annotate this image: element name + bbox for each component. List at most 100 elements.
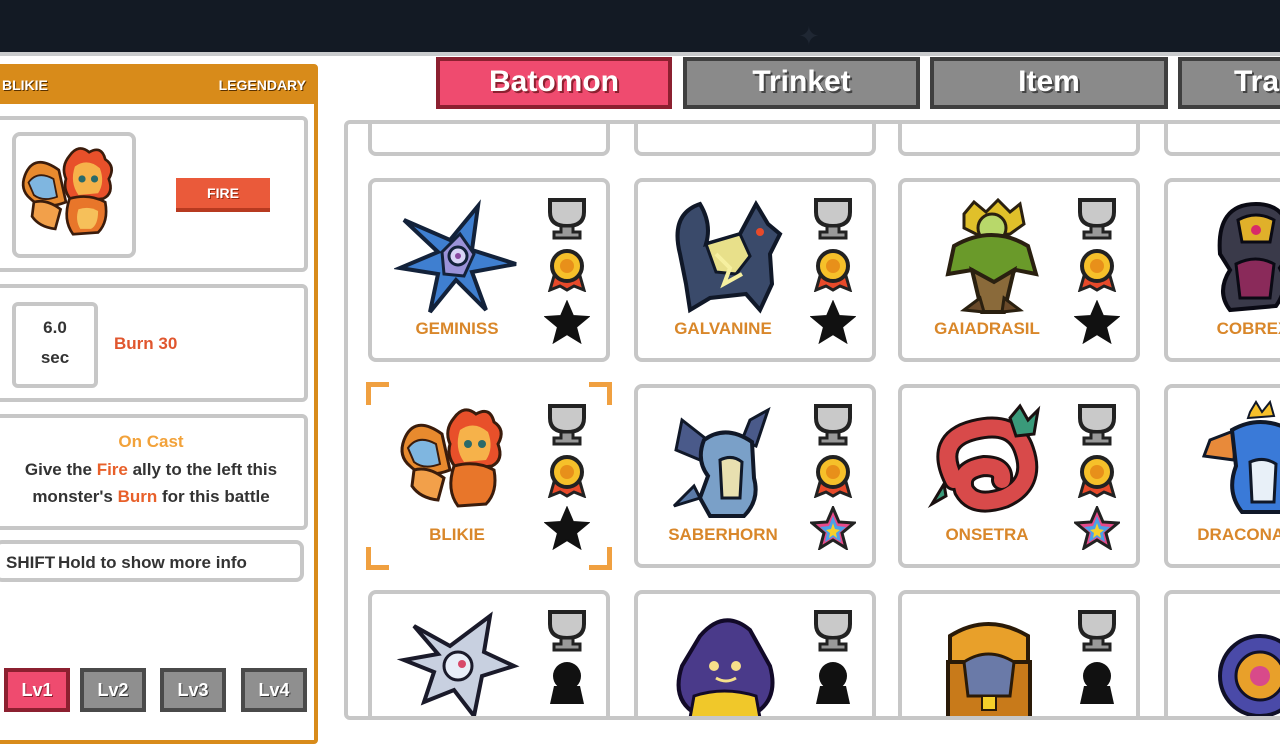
gold-medal-icon (547, 455, 587, 498)
king-dragon-monster-icon (1201, 400, 1280, 514)
cooldown-section: 6.0 sec Burn 30 (0, 284, 308, 402)
monster-card-treasure-chest[interactable] (898, 590, 1140, 716)
locked-medal-icon (550, 662, 584, 704)
ghost-bird-monster-icon (396, 611, 520, 716)
blue-dragon-monster-icon (672, 406, 771, 518)
monster-card-name: GAIADRASIL (934, 319, 1040, 338)
wizard-hat-monster-icon (676, 618, 775, 716)
tab-partial[interactable]: Tra (1178, 57, 1280, 109)
rarity-label: LEGENDARY (218, 77, 306, 93)
selection-corner (366, 547, 389, 570)
ability-trigger: On Cast (118, 432, 184, 451)
rainbow-star-icon (1074, 506, 1120, 550)
level-1-button[interactable]: Lv1 (4, 668, 70, 712)
ability-text-line-2: monster's Burn for this battle (0, 487, 304, 507)
level-4-button[interactable]: Lv4 (241, 668, 307, 712)
treasure-chest-monster-icon (946, 622, 1032, 716)
ability-text-part: Give the (24, 460, 97, 479)
ability-text-line-1: Give the Fire ally to the left this (0, 460, 304, 480)
selection-corner (589, 547, 612, 570)
monster-detail-panel: BLIKIE LEGENDARY FIRE 6.0 sec Burn 30 On… (0, 64, 318, 744)
silver-cup-icon (1078, 610, 1116, 652)
detail-header: BLIKIE LEGENDARY (0, 68, 314, 104)
monster-card-saberhorn[interactable]: SABERHORN (634, 384, 876, 568)
monster-card-partial[interactable] (1164, 124, 1280, 156)
gold-medal-icon (813, 249, 853, 292)
monster-card-blikie[interactable]: BLIKIE (366, 382, 612, 570)
monster-card-partial[interactable] (634, 124, 876, 156)
monster-card-name: GEMINISS (415, 319, 499, 338)
shift-hint: SHIFT Hold to show more info (0, 540, 304, 582)
rainbow-star-icon (810, 506, 856, 550)
level-3-button[interactable]: Lv3 (160, 668, 226, 712)
snail-monster-icon (1218, 634, 1280, 716)
tab-batomon[interactable]: Batomon (436, 57, 672, 109)
black-star-icon (544, 300, 590, 344)
ability-description: On Cast Give the Fire ally to the left t… (0, 414, 308, 530)
cooldown-value: 6.0 (43, 318, 67, 337)
silver-cup-icon (548, 404, 586, 446)
tree-monster-icon (945, 197, 1039, 314)
cooldown-timer: 6.0 sec (12, 302, 98, 388)
selection-corner (589, 382, 612, 405)
selection-corner (366, 382, 389, 405)
monster-card-snail[interactable] (1164, 590, 1280, 716)
portrait-frame (12, 132, 136, 258)
tab-item[interactable]: Item (930, 57, 1168, 109)
level-2-button[interactable]: Lv2 (80, 668, 146, 712)
black-star-icon (544, 506, 590, 550)
monster-card-gaiadrasil[interactable]: GAIADRASIL (898, 178, 1140, 362)
ability-text-part: monster's (32, 487, 118, 506)
monster-card-onsetra[interactable]: ONSETRA (898, 384, 1140, 568)
fire-moth-monster-icon (400, 408, 503, 508)
fire-moth-monster-sprite (21, 147, 113, 236)
ability-text-part: ally to the left this (127, 460, 278, 479)
black-star-icon (810, 300, 856, 344)
monster-card-name: SABERHORN (668, 525, 778, 544)
silver-cup-icon (548, 198, 586, 240)
locked-medal-icon (1080, 662, 1114, 704)
ability-keyword-burn: Burn (117, 487, 158, 506)
monster-card-name: ONSETRA (945, 525, 1029, 544)
gold-medal-icon (1077, 455, 1117, 498)
monster-card-partial[interactable] (368, 124, 610, 156)
monster-card-galvanine[interactable]: GALVANINE (634, 178, 876, 362)
monster-card-name: GALVANINE (674, 319, 772, 338)
monster-card-ghost-bird[interactable] (368, 590, 610, 716)
silver-cup-icon (814, 198, 852, 240)
thunder-wolf-monster-icon (675, 199, 783, 314)
monster-card-name: DRACONARC (1197, 525, 1280, 544)
batomon-collection-grid: GEMINISS GALVANINE GAIADRASIL COBRE BLIK… (344, 120, 1280, 720)
gold-medal-icon (547, 249, 587, 292)
monster-card-partial[interactable] (898, 124, 1140, 156)
burn-stat: Burn 30 (114, 334, 178, 353)
type-badge: FIRE (176, 178, 270, 212)
fire-moth-portrait-icon (21, 147, 113, 236)
black-star-icon (1074, 300, 1120, 344)
gold-medal-icon (813, 455, 853, 498)
silver-cup-icon (548, 610, 586, 652)
monster-card-draconarc[interactable]: DRACONARC (1164, 384, 1280, 568)
portrait-section: FIRE (0, 116, 308, 272)
monster-card-geminiss[interactable]: GEMINISS (368, 178, 610, 362)
silver-cup-icon (814, 404, 852, 446)
tab-trinket[interactable]: Trinket (683, 57, 920, 109)
locked-medal-icon (816, 662, 850, 704)
ability-keyword-fire: Fire (96, 460, 128, 479)
monster-card-wizard-hat[interactable] (634, 590, 876, 716)
ability-text-part: for this battle (157, 487, 270, 506)
cooldown-unit: sec (40, 348, 70, 367)
monster-card-name: COBREX (1216, 319, 1280, 338)
shift-key-label: SHIFT (6, 553, 56, 572)
monster-card-name: BLIKIE (429, 525, 485, 544)
star-flower-monster-icon (394, 199, 517, 314)
sea-serpent-monster-icon (927, 403, 1041, 513)
gold-medal-icon (1077, 249, 1117, 292)
monster-card-cobrex[interactable]: COBREX (1164, 178, 1280, 362)
top-bar: ✦ (0, 0, 1280, 52)
shift-hint-text: Hold to show more info (58, 553, 247, 572)
silver-cup-icon (1078, 198, 1116, 240)
silver-cup-icon (814, 610, 852, 652)
cobra-monster-icon (1217, 201, 1280, 313)
silver-cup-icon (1078, 404, 1116, 446)
